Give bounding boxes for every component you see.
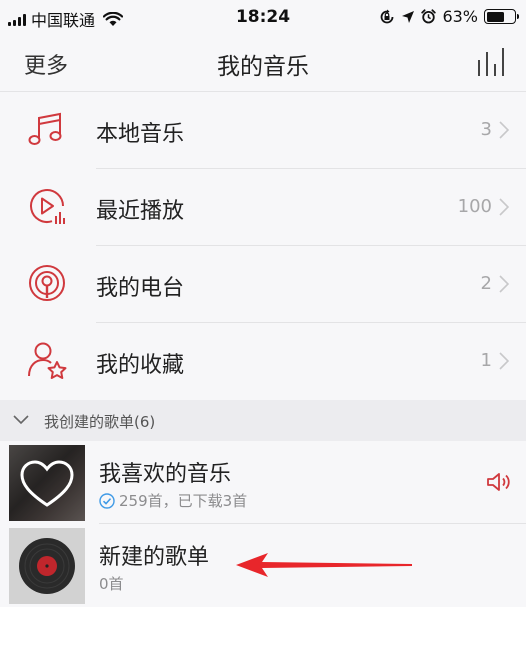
menu-item-count: 100 <box>457 196 492 217</box>
playlist-name: 我喜欢的音乐 <box>99 462 232 487</box>
playlist-list: 我喜欢的音乐 259首，已下载3首 新建的歌单 0首 <box>0 441 526 607</box>
menu-item-label: 我的电台 <box>96 276 185 301</box>
created-playlists-header[interactable]: 我创建的歌单(6) <box>0 400 526 441</box>
equalizer-bars-icon[interactable] <box>476 46 510 78</box>
battery-icon <box>484 9 519 24</box>
playlist-cover <box>9 445 85 521</box>
orientation-lock-icon <box>381 9 394 23</box>
chevron-right-icon <box>499 198 510 216</box>
menu-item-my-radio[interactable]: 我的电台 2 <box>0 246 526 323</box>
playlist-cover <box>9 528 85 604</box>
battery-level-fill <box>486 11 504 22</box>
playlist-item-liked-music[interactable]: 我喜欢的音乐 259首，已下载3首 <box>0 441 526 524</box>
playlist-subtitle: 259首，已下载3首 <box>99 490 247 511</box>
menu-item-label: 最近播放 <box>96 199 185 224</box>
menu-item-count: 3 <box>480 119 492 140</box>
alarm-icon <box>421 9 437 24</box>
location-arrow-icon <box>402 10 415 23</box>
page-title: 我的音乐 <box>217 54 309 80</box>
menu-item-count: 1 <box>480 350 492 371</box>
my-music-menu: 本地音乐 3 最近播放 100 我的电台 2 我的收藏 1 <box>0 92 526 400</box>
vinyl-record-icon <box>19 538 75 594</box>
section-title: 我创建的歌单(6) <box>44 413 156 431</box>
menu-item-count: 2 <box>480 273 492 294</box>
radio-icon <box>29 265 65 301</box>
battery-percent: 63% <box>442 7 478 26</box>
chevron-right-icon <box>499 121 510 139</box>
menu-item-label: 我的收藏 <box>96 353 185 378</box>
status-right: 63% <box>379 7 519 26</box>
annotation-arrow-icon <box>236 553 412 577</box>
menu-item-local-music[interactable]: 本地音乐 3 <box>0 92 526 169</box>
playlist-subtitle: 0首 <box>99 573 124 594</box>
chevron-right-icon <box>499 275 510 293</box>
playlist-name: 新建的歌单 <box>99 545 210 570</box>
menu-item-label: 本地音乐 <box>96 122 185 147</box>
chevron-right-icon <box>499 352 510 370</box>
playlist-track-count: 0首 <box>99 575 124 593</box>
chevron-down-icon <box>13 415 29 425</box>
downloaded-check-icon <box>99 492 115 509</box>
navigation-bar: 更多 我的音乐 <box>0 34 526 92</box>
favorite-person-star-icon <box>28 342 67 379</box>
music-note-icon <box>28 112 62 145</box>
heart-icon <box>9 445 85 521</box>
menu-item-recent-play[interactable]: 最近播放 100 <box>0 169 526 246</box>
menu-item-my-favorites[interactable]: 我的收藏 1 <box>0 323 526 400</box>
playlist-track-count: 259首，已下载3首 <box>119 492 248 510</box>
recent-play-icon <box>30 189 65 224</box>
speaker-playing-icon[interactable] <box>486 471 512 493</box>
status-bar: 中国联通 18:24 63% <box>0 0 526 34</box>
